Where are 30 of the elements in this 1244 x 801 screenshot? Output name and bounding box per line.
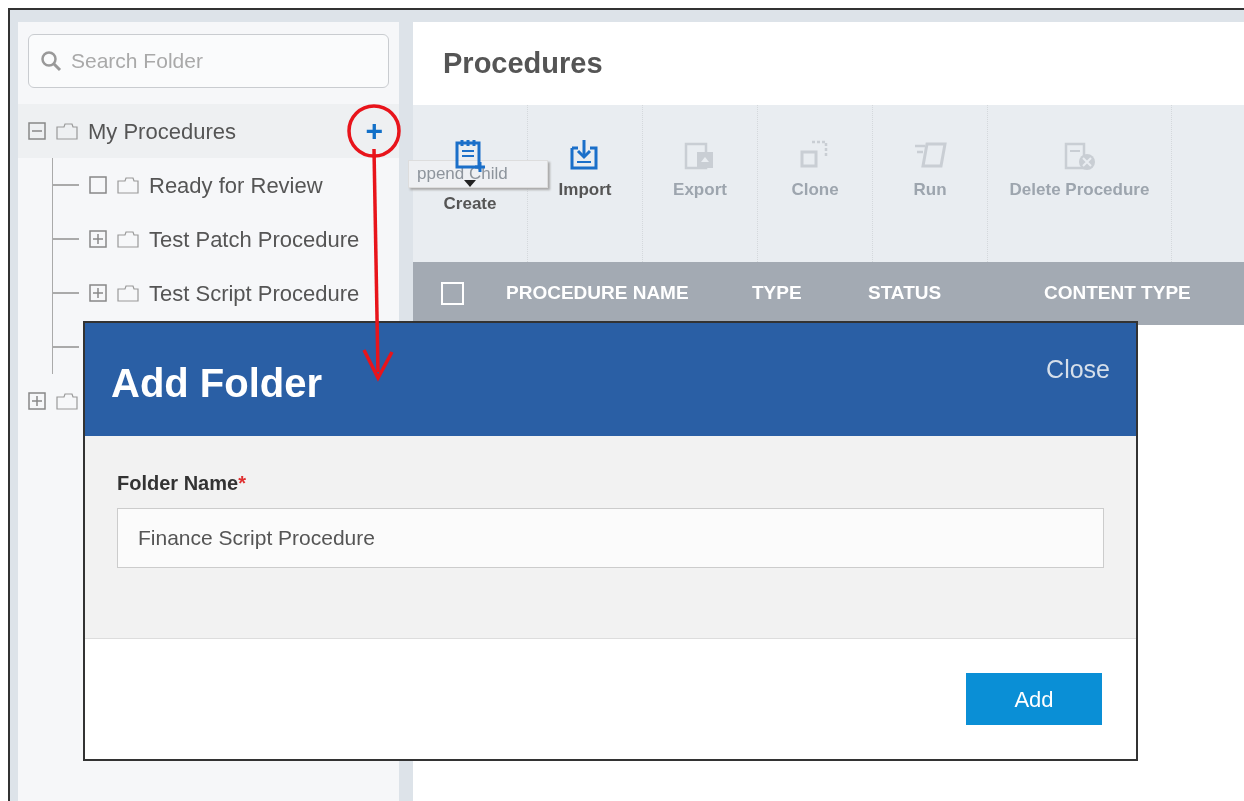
field-label: Folder Name* bbox=[117, 471, 247, 497]
folder-label[interactable]: Test Script Procedure bbox=[149, 276, 360, 310]
empty-box-icon[interactable] bbox=[89, 176, 107, 194]
folder-icon bbox=[56, 392, 78, 410]
folder-name-field[interactable]: Finance Script Procedure bbox=[117, 508, 1104, 569]
column-header[interactable]: TYPE bbox=[752, 279, 868, 308]
folder-label[interactable]: My Procedures bbox=[88, 114, 236, 148]
tree-row[interactable]: My Procedures + bbox=[18, 104, 399, 158]
page-title: Procedures bbox=[442, 45, 604, 81]
column-header[interactable]: STATUS bbox=[868, 279, 1044, 308]
add-folder-button[interactable]: + bbox=[359, 116, 389, 146]
expand-icon[interactable] bbox=[89, 284, 107, 302]
search-icon bbox=[40, 50, 62, 72]
highlight-circle bbox=[347, 104, 401, 158]
folder-icon bbox=[117, 284, 139, 302]
dialog-title: Add Folder bbox=[111, 360, 323, 407]
expand-icon[interactable] bbox=[89, 230, 107, 248]
folder-icon bbox=[117, 176, 139, 194]
collapse-icon[interactable] bbox=[28, 122, 46, 140]
folder-icon bbox=[56, 122, 78, 140]
expand-icon[interactable] bbox=[28, 392, 46, 410]
column-header[interactable]: PROCEDURE NAME bbox=[506, 279, 752, 308]
folder-label[interactable]: Ready for Review bbox=[149, 168, 323, 202]
column-header[interactable]: CONTENT TYPE bbox=[1044, 279, 1244, 308]
folder-icon bbox=[117, 230, 139, 248]
search-field[interactable]: Search Folder bbox=[28, 34, 389, 88]
close-button[interactable]: Close bbox=[1046, 351, 1110, 387]
select-all-checkbox[interactable] bbox=[441, 282, 464, 305]
folder-label[interactable]: Test Patch Procedure bbox=[149, 222, 360, 256]
add-button[interactable]: Add bbox=[966, 673, 1102, 725]
